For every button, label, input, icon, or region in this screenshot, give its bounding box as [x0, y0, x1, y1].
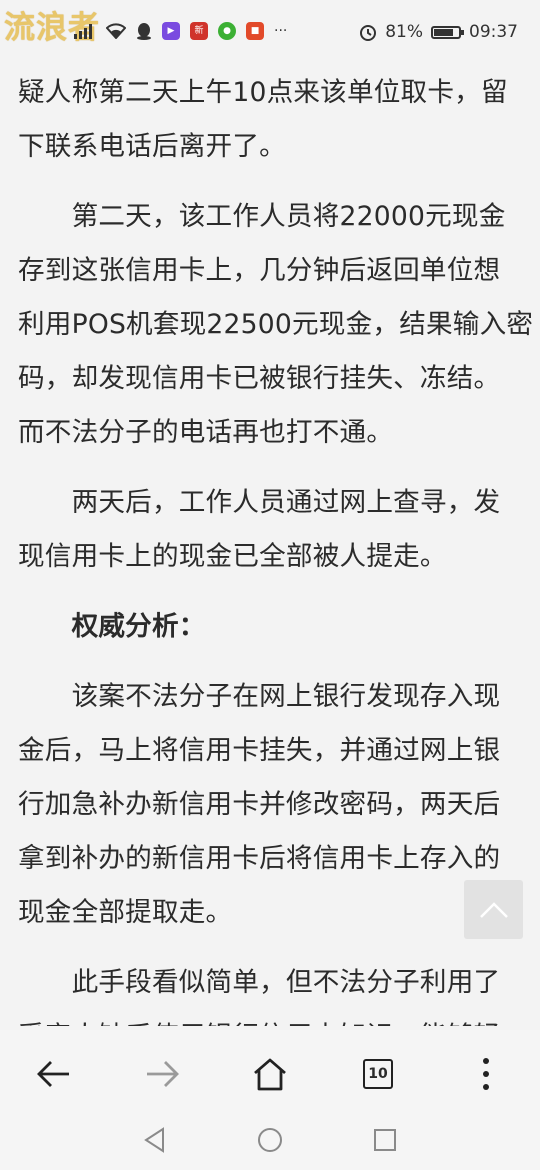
- text-line: 权威分析：: [18, 611, 206, 642]
- article-paragraph: 第二天，该工作人员将22000元现金 存到这张信用卡上，几分钟后返回单位想利用PO…: [0, 190, 540, 460]
- text-line: 利用POS机套现22500元现金，结果输入密: [18, 309, 534, 340]
- menu-button[interactable]: [456, 1044, 516, 1104]
- battery-percent: 81%: [385, 22, 423, 42]
- nav-recents-icon[interactable]: [373, 1128, 397, 1152]
- article-content[interactable]: 疑人称第二天上午10点来该单位取卡，留 下联系电话后离开了。 第二天，该工作人员将…: [0, 66, 540, 1026]
- text-line: 下联系电话后离开了。: [18, 131, 286, 162]
- back-to-top-button[interactable]: [464, 880, 523, 939]
- clock: 09:37: [469, 22, 518, 42]
- text-line: 码，却发现信用卡已被银行挂失、冻结。: [18, 363, 501, 394]
- chevron-up-icon: [479, 901, 508, 918]
- status-bar: 流浪者 ▶ 新 ● ■ ··· 81% 09:37: [0, 0, 540, 66]
- text-line: 该案不法分子在网上银行发现存入现: [18, 681, 501, 712]
- nav-home-icon[interactable]: [257, 1127, 283, 1153]
- system-indicators: 81% 09:37: [359, 22, 518, 42]
- text-line: 而不法分子的电话再也打不通。: [18, 417, 394, 448]
- video-app-icon: ▶: [162, 22, 180, 40]
- more-vertical-icon: [483, 1058, 489, 1090]
- battery-icon: [431, 25, 464, 39]
- arrow-left-icon: [37, 1061, 69, 1087]
- app-icon: ■: [246, 22, 264, 40]
- text-line: 拿到补办的新信用卡后将信用卡上存入的: [18, 843, 501, 874]
- text-line: 现信用卡上的现金已全部被人提走。: [18, 541, 447, 572]
- text-line: 疑人称第二天上午10点来该单位取卡，留: [18, 77, 508, 108]
- text-line: 行加急补办新信用卡并修改密码，两天后: [18, 789, 501, 820]
- text-line: 存到这张信用卡上，几分钟后返回单位想: [18, 255, 501, 286]
- wifi-icon: [106, 23, 126, 39]
- home-icon: [254, 1058, 286, 1091]
- notification-icons: ▶ 新 ● ■ ···: [74, 22, 287, 40]
- back-button[interactable]: [24, 1044, 84, 1104]
- arrow-right-icon: [147, 1061, 179, 1087]
- article-paragraph: 疑人称第二天上午10点来该单位取卡，留 下联系电话后离开了。: [0, 66, 540, 174]
- article-paragraph: 两天后，工作人员通过网上查寻，发 现信用卡上的现金已全部被人提走。: [0, 476, 540, 584]
- text-line: 金后，马上将信用卡挂失，并通过网上银: [18, 735, 501, 766]
- tabs-button[interactable]: 10: [348, 1044, 408, 1104]
- text-line: 现金全部提取走。: [18, 897, 233, 928]
- browser-toolbar: 10: [0, 1030, 540, 1118]
- text-line: 受害人缺乏使用银行信用卡知识，能够轻: [18, 1010, 522, 1026]
- system-nav-bar: [0, 1110, 540, 1170]
- news-app-icon: 新: [190, 22, 208, 40]
- more-icon: ···: [274, 23, 288, 39]
- forward-button[interactable]: [132, 1044, 192, 1104]
- text-line: 两天后，工作人员通过网上查寻，发: [18, 487, 501, 518]
- article-paragraph: 此手段看似简单，但不法分子利用了受害人缺乏使用银行信用卡知识，能够轻: [0, 956, 540, 1026]
- text-line: 第二天，该工作人员将22000元现金: [18, 201, 506, 232]
- signal-icon: [74, 24, 92, 39]
- tabs-count: 10: [363, 1059, 393, 1089]
- home-button[interactable]: [240, 1044, 300, 1104]
- wechat-icon: ●: [218, 22, 236, 40]
- text-line: 此手段看似简单，但不法分子利用了: [18, 967, 501, 998]
- article-paragraph: 该案不法分子在网上银行发现存入现 金后，马上将信用卡挂失，并通过网上银 行加急补办新…: [0, 670, 540, 940]
- alarm-icon: [360, 25, 377, 41]
- qq-icon: [137, 23, 151, 40]
- article-heading: 权威分析：: [0, 600, 540, 654]
- nav-back-icon[interactable]: [143, 1127, 167, 1153]
- battery-fill: [434, 28, 454, 36]
